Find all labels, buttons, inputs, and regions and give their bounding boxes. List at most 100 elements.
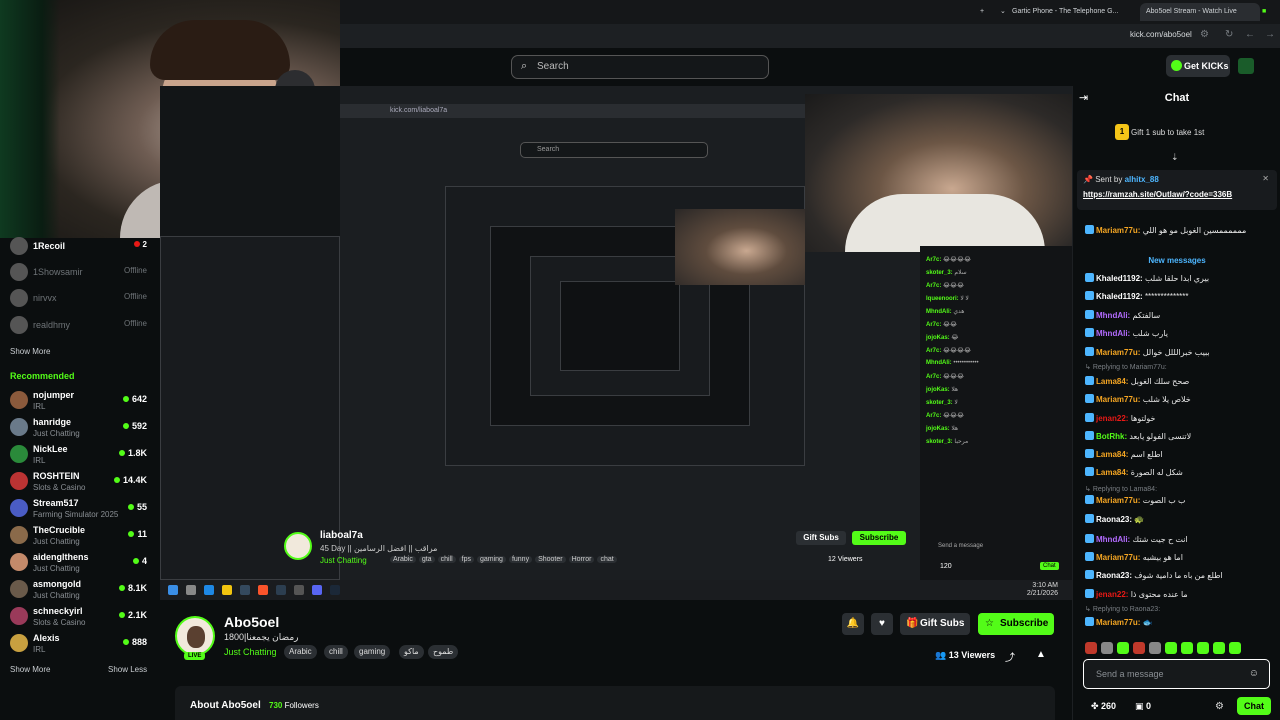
- tag-arabic[interactable]: Arabic: [284, 645, 317, 659]
- gift-leaderboard-banner[interactable]: 1 Gift 1 sub to take 1st: [1115, 124, 1204, 140]
- sidebar-channel[interactable]: nirvvx Offline: [10, 286, 155, 312]
- chat-settings-icon[interactable]: ⚙: [1215, 701, 1224, 712]
- report-icon[interactable]: ▲: [1036, 649, 1046, 660]
- subscribe-button[interactable]: ☆ Subscribe: [978, 613, 1054, 635]
- chat-username[interactable]: Raona23:: [1096, 571, 1132, 580]
- show-more-recommended[interactable]: Show More: [10, 665, 50, 674]
- chat-badge-icon: [1085, 514, 1094, 523]
- channel-name: 1Showsamir: [33, 267, 83, 277]
- forward-icon[interactable]: →: [1265, 29, 1275, 40]
- unpin-icon[interactable]: ✕: [1262, 174, 1269, 183]
- chat-placeholder: Send a message: [1096, 669, 1164, 679]
- chat-message[interactable]: Khaled1192: بيري ابدا حلقا شلب: [1085, 273, 1275, 289]
- sidebar-channel[interactable]: TheCrucible Just Chatting 11: [10, 523, 155, 549]
- chat-username[interactable]: jenan22:: [1096, 590, 1128, 599]
- pinned-message[interactable]: 📌 Sent by alhitx_88 https://ramzah.site/…: [1077, 170, 1277, 210]
- gift-count[interactable]: ▣ 0: [1135, 701, 1151, 712]
- emoji-icon[interactable]: ☺: [1249, 668, 1259, 679]
- new-tab-icon[interactable]: +: [980, 3, 984, 21]
- user-avatar[interactable]: [1238, 58, 1254, 74]
- chat-message[interactable]: jenan22: خولتوها: [1085, 413, 1275, 429]
- nested-url: kick.com/liaboal7a: [390, 107, 448, 114]
- tag-mako[interactable]: ماكو: [399, 645, 424, 659]
- chat-username[interactable]: MhndAli:: [1096, 535, 1130, 544]
- tab-gartic-phone[interactable]: Gartic Phone - The Telephone G...: [1012, 3, 1132, 21]
- reload-icon[interactable]: ↻: [1225, 29, 1233, 40]
- chat-message[interactable]: MhndAli: انت ح جيت شتك: [1085, 534, 1275, 550]
- emote-bar[interactable]: [1085, 642, 1275, 656]
- pinned-link[interactable]: https://ramzah.site/Outlaw/?code=336B: [1083, 190, 1232, 199]
- channel-avatar[interactable]: [175, 616, 215, 656]
- gift-subs-button[interactable]: 🎁 Gift Subs: [900, 613, 970, 635]
- chat-username[interactable]: Khaled1192:: [1096, 292, 1143, 301]
- sidebar-channel[interactable]: aidenglthens Just Chatting 4: [10, 550, 155, 576]
- sidebar-channel[interactable]: asmongold Just Chatting 8.1K: [10, 577, 155, 603]
- tab-abo5oel-stream[interactable]: Abo5oel Stream - Watch Live: [1140, 3, 1260, 21]
- sidebar-channel[interactable]: Stream517 Farming Simulator 2025 55: [10, 496, 155, 522]
- channel-name[interactable]: Abo5oel: [224, 614, 279, 630]
- chat-username[interactable]: jenan22:: [1096, 414, 1128, 423]
- chat-message[interactable]: Raona23: 🐢: [1085, 514, 1275, 530]
- sidebar-channel[interactable]: realdhmy Offline: [10, 313, 155, 339]
- chat-username[interactable]: MhndAli:: [1096, 329, 1130, 338]
- tag-chill[interactable]: chill: [324, 645, 348, 659]
- chat-message[interactable]: Lama84: اطلع اسم: [1085, 449, 1275, 465]
- chat-message-input[interactable]: Send a message ☺: [1083, 659, 1270, 689]
- address-bar[interactable]: kick.com/abo5oel ⚙ ↻ ← →: [340, 24, 1280, 48]
- settings-icon[interactable]: ⚙: [1200, 29, 1209, 40]
- new-messages-divider[interactable]: New messages: [1073, 256, 1280, 265]
- sidebar-channel[interactable]: 1Showsamir Offline: [10, 260, 155, 286]
- tag-gaming[interactable]: gaming: [354, 645, 391, 659]
- notification-bell-icon[interactable]: 🔔: [842, 613, 864, 635]
- follow-heart-icon[interactable]: ♥: [871, 613, 893, 635]
- chat-send-button[interactable]: Chat: [1237, 697, 1271, 715]
- chat-message[interactable]: Mariam77u: اما هو بيشبه: [1085, 552, 1275, 568]
- show-more-following[interactable]: Show More: [10, 347, 50, 356]
- chat-message[interactable]: jenan22: ما عنده محتوى ذا: [1085, 589, 1275, 605]
- sidebar-channel[interactable]: schneckyirl Slots & Casino 2.1K: [10, 604, 155, 630]
- chat-message[interactable]: Lama84: شكل له الصورة: [1085, 467, 1275, 483]
- chat-message[interactable]: MhndAli: يارب شلب: [1085, 328, 1275, 344]
- chat-message[interactable]: Mariam77u: ممممممسين الغوبل مو هو اللي: [1085, 225, 1275, 241]
- tag-tomooh[interactable]: طموح: [428, 645, 459, 659]
- stream-category[interactable]: Just Chatting: [224, 647, 277, 657]
- chat-username[interactable]: Lama84:: [1096, 468, 1128, 477]
- chat-username[interactable]: Mariam77u:: [1096, 553, 1140, 562]
- search-input[interactable]: ⌕ Search: [511, 55, 769, 79]
- sidebar-channel[interactable]: ROSHTEIN Slots & Casino 14.4K: [10, 469, 155, 495]
- sidebar-channel[interactable]: NickLee IRL 1.8K: [10, 442, 155, 468]
- channel-points[interactable]: ✤ 260: [1091, 701, 1116, 712]
- chat-username[interactable]: Lama84:: [1096, 450, 1128, 459]
- chat-username[interactable]: Mariam77u:: [1096, 226, 1140, 235]
- tab-search-icon[interactable]: ⌄: [1000, 3, 1008, 21]
- get-kicks-button[interactable]: Get KICKs: [1166, 55, 1230, 77]
- back-icon[interactable]: ←: [1245, 29, 1255, 40]
- chat-username[interactable]: MhndAli:: [1096, 311, 1130, 320]
- chat-message[interactable]: Khaled1192: **************: [1085, 291, 1275, 307]
- sidebar-channel[interactable]: Alexis IRL 888: [10, 631, 155, 657]
- share-icon[interactable]: ⤴: [1005, 649, 1015, 664]
- chat-message[interactable]: Mariam77u: ببيب خبرالللل خوالل: [1085, 347, 1275, 363]
- chat-text: بيري ابدا حلقا شلب: [1144, 274, 1210, 283]
- sidebar-channel[interactable]: hanridge Just Chatting 592: [10, 415, 155, 441]
- sidebar-channel[interactable]: nojumper IRL 642: [10, 388, 155, 414]
- settings-icon: [294, 585, 304, 595]
- channel-avatar: [10, 237, 28, 255]
- chat-message[interactable]: BotRhk: لاتنسى الفولو يابعد: [1085, 431, 1275, 447]
- expand-icon[interactable]: ⇣: [1171, 152, 1179, 163]
- url-text[interactable]: kick.com/abo5oel: [1130, 30, 1192, 39]
- show-less-recommended[interactable]: Show Less: [108, 665, 147, 674]
- chat-message[interactable]: MhndAli: سالفتكم: [1085, 310, 1275, 326]
- stream-video-player[interactable]: kick.com/liaboal7a Search Ar7c: 😂😂😂😂 skot…: [160, 86, 1072, 600]
- channel-name: Alexis: [33, 633, 60, 643]
- nested-tag: gta: [418, 556, 435, 563]
- chat-username[interactable]: Mariam77u:: [1096, 348, 1140, 357]
- chat-username[interactable]: Raona23:: [1096, 515, 1132, 524]
- sidebar-channel[interactable]: 1Recoil 2: [10, 234, 155, 260]
- nested-chat-row: Ar7c: 😂😂😂: [926, 413, 965, 419]
- chat-message[interactable]: Mariam77u: خلاص يلا شلب: [1085, 394, 1275, 410]
- chat-username[interactable]: Khaled1192:: [1096, 274, 1143, 283]
- chat-username[interactable]: BotRhk:: [1096, 432, 1127, 441]
- chat-message[interactable]: Raona23: اطلع من باه ما دامية شوف: [1085, 570, 1275, 586]
- chat-username[interactable]: Mariam77u:: [1096, 395, 1140, 404]
